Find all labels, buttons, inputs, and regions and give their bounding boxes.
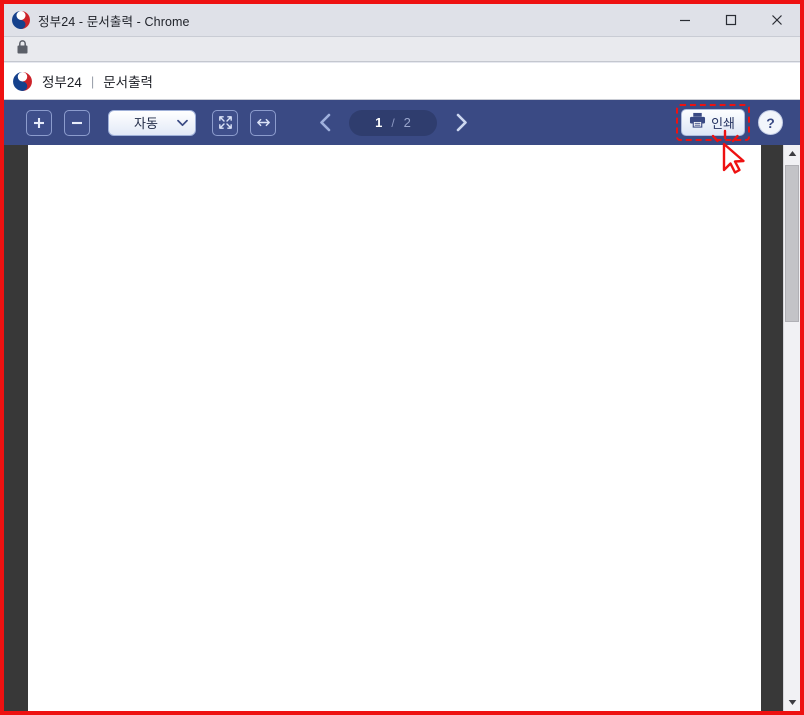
next-page-button[interactable] <box>446 108 476 138</box>
address-bar[interactable] <box>4 37 800 62</box>
help-button[interactable]: ? <box>758 110 783 135</box>
fit-page-button[interactable] <box>212 109 238 136</box>
current-page-value: 1 <box>375 115 383 130</box>
chevron-left-icon <box>319 113 330 132</box>
print-button-wrapper: 인쇄 <box>676 104 750 141</box>
browser-window: 정부24 - 문서출력 - Chrome 정부24 | 문서출력 자동 1 / … <box>0 0 804 715</box>
window-title: 정부24 - 문서출력 - Chrome <box>38 14 190 29</box>
toolbar-right-cluster: 인쇄 ? <box>676 104 800 141</box>
vertical-scrollbar[interactable] <box>783 145 800 711</box>
minimize-button[interactable] <box>662 4 708 37</box>
zoom-in-button[interactable] <box>26 109 52 136</box>
window-controls <box>662 4 800 37</box>
scroll-down-arrow-icon <box>788 700 796 705</box>
taegeuk-logo-icon <box>11 10 31 30</box>
maximize-button[interactable] <box>708 4 754 37</box>
site-section-title: 문서출력 <box>103 75 153 90</box>
page-separator: / <box>391 115 395 130</box>
minus-square-icon <box>72 121 82 124</box>
pagination-controls: 1 / 2 <box>310 100 476 145</box>
print-button[interactable]: 인쇄 <box>681 109 745 136</box>
minimize-icon <box>680 19 690 22</box>
taegeuk-logo-icon <box>12 71 33 92</box>
zoom-out-button[interactable] <box>64 109 90 136</box>
close-icon <box>772 15 782 25</box>
close-button[interactable] <box>754 4 800 37</box>
chevron-down-icon <box>177 119 188 127</box>
maximize-icon <box>725 14 737 26</box>
scroll-down-button[interactable] <box>784 694 800 711</box>
printer-icon <box>689 112 706 133</box>
site-header: 정부24 | 문서출력 <box>4 63 800 100</box>
print-button-label: 인쇄 <box>711 116 735 131</box>
scrollbar-thumb[interactable] <box>785 165 799 322</box>
document-page[interactable] <box>28 145 761 711</box>
page-indicator[interactable]: 1 / 2 <box>349 109 437 136</box>
fit-page-icon <box>218 116 232 129</box>
scroll-up-button[interactable] <box>784 145 800 162</box>
zoom-level-select[interactable]: 자동 <box>108 109 196 136</box>
zoom-level-value: 자동 <box>134 116 158 131</box>
title-bar: 정부24 - 문서출력 - Chrome <box>4 4 800 37</box>
site-header-divider: | <box>90 73 95 89</box>
document-viewport <box>4 145 800 711</box>
previous-page-button[interactable] <box>310 108 340 138</box>
viewer-toolbar: 자동 1 / 2 인쇄 ? <box>4 100 800 145</box>
total-pages-value: 2 <box>403 115 411 130</box>
scroll-up-arrow-icon <box>788 151 796 156</box>
fit-width-icon <box>256 118 270 127</box>
plus-square-icon <box>34 117 44 128</box>
help-circle-icon: ? <box>766 114 775 131</box>
lock-icon <box>17 39 28 59</box>
fit-width-button[interactable] <box>250 109 276 136</box>
chevron-right-icon <box>456 113 467 132</box>
site-brand: 정부24 <box>42 75 82 90</box>
